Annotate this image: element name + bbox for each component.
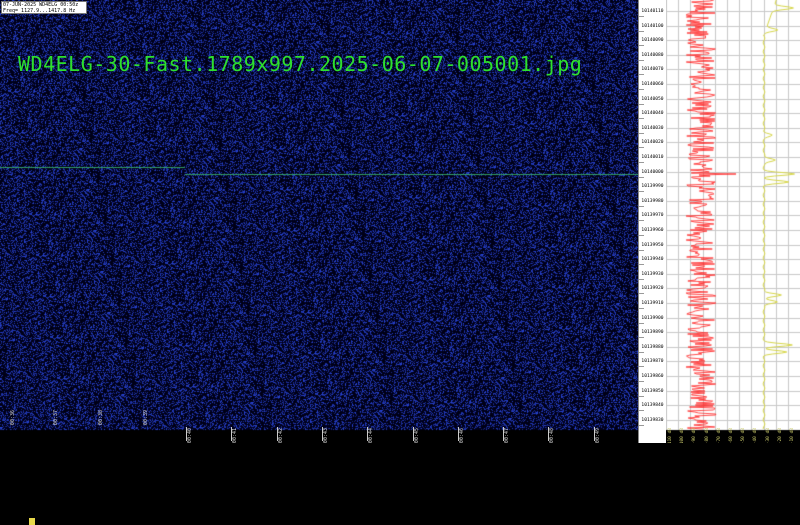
- time-tick: [412, 427, 414, 441]
- time-label: 00:39: [143, 410, 149, 426]
- freq-label: 10140060: [641, 82, 664, 87]
- freq-label: 10139960: [641, 228, 664, 233]
- freq-tick: [639, 293, 644, 295]
- freq-tick: [639, 45, 644, 47]
- freq-label: 10140090: [641, 38, 664, 44]
- frequency-scale: 10140110 10140100 10140090 10140080 10140070…: [638, 0, 666, 443]
- freq-label: 10139940: [641, 257, 664, 263]
- filename-bar: [0, 443, 800, 525]
- freq-tick: [639, 89, 644, 90]
- db-scale-label: -20 dB: [777, 428, 783, 445]
- time-label: 00:48: [549, 428, 556, 444]
- freq-tick: [639, 308, 644, 309]
- time-label: 00:37: [53, 410, 59, 426]
- header-info-box: 07-JUN-2025 WD4ELG 00:50z Freq= 1127.9..…: [1, 1, 87, 14]
- time-label: 00:42: [277, 428, 284, 444]
- time-label: 00:40: [187, 428, 193, 444]
- time-label: 00:49: [594, 428, 601, 444]
- freq-label: 10139900: [641, 315, 664, 321]
- time-label: 00:45: [413, 428, 420, 444]
- freq-label: 10140020: [641, 140, 664, 146]
- time-tick: [231, 427, 233, 441]
- time-tick: [321, 427, 323, 441]
- db-scale-label: -30 dB: [765, 428, 771, 445]
- freq-label: 10140040: [641, 111, 664, 117]
- freq-label: 10139870: [641, 359, 664, 365]
- time-tick: [186, 427, 187, 441]
- time-label: 00:47: [504, 428, 511, 444]
- time-label: 00:36: [10, 410, 16, 426]
- db-scale-label: -60 dB: [729, 428, 734, 445]
- time-label: 00:44: [368, 428, 375, 444]
- freq-tick: [639, 176, 644, 178]
- filename-text: WD4ELG-30-Fast.1789x997.2025-06-07-00500…: [18, 52, 583, 76]
- cursor-marker: [29, 518, 35, 525]
- freq-label: 10139920: [641, 286, 664, 292]
- freq-tick: [639, 395, 644, 397]
- freq-label: 10139950: [641, 242, 664, 248]
- db-scale-label: -10 dB: [790, 428, 795, 445]
- freq-tick: [639, 264, 644, 266]
- freq-label: 10140100: [641, 23, 664, 29]
- time-tick: [457, 427, 459, 441]
- header-freq-range: Freq= 1127.9...1417.8 Hz: [3, 8, 76, 14]
- freq-label: 10139980: [641, 198, 664, 204]
- db-scale-label: -90 dB: [692, 428, 698, 445]
- freq-label: 10139830: [641, 417, 664, 423]
- freq-label: 10139990: [641, 184, 664, 190]
- freq-tick: [639, 351, 644, 353]
- freq-label: 10139840: [641, 403, 664, 409]
- freq-label: 10140000: [641, 169, 664, 175]
- freq-tick: [639, 103, 644, 105]
- freq-tick: [639, 220, 644, 222]
- freq-label: 10140030: [641, 125, 664, 131]
- freq-label: 10140050: [641, 96, 664, 102]
- freq-tick: [639, 366, 644, 368]
- time-tick: [548, 427, 550, 441]
- freq-tick: [639, 249, 644, 251]
- freq-label: 10139970: [641, 213, 664, 219]
- freq-tick: [639, 74, 644, 76]
- freq-tick: [639, 16, 644, 17]
- freq-label: 10139860: [641, 374, 664, 379]
- time-label: 00:41: [232, 428, 239, 444]
- freq-tick: [639, 118, 644, 120]
- time-label: 00:38: [98, 410, 104, 426]
- db-scale-label: -40 dB: [753, 428, 759, 445]
- freq-tick: [639, 424, 644, 426]
- freq-tick: [639, 337, 644, 339]
- freq-label: 10139890: [641, 330, 664, 336]
- freq-tick: [639, 205, 644, 207]
- freq-tick: [639, 278, 644, 280]
- time-tick: [367, 427, 369, 441]
- time-label: 00:43: [322, 428, 329, 444]
- freq-tick: [639, 147, 644, 149]
- freq-tick: [639, 410, 644, 412]
- freq-tick: [639, 191, 644, 193]
- freq-tick: [639, 235, 644, 236]
- freq-label: 10140070: [641, 67, 664, 73]
- time-label: 00:46: [458, 428, 465, 444]
- freq-tick: [639, 59, 644, 61]
- spectrum-panel: [666, 0, 800, 443]
- freq-label: 10140010: [641, 155, 664, 160]
- freq-tick: [639, 381, 644, 382]
- time-tick: [503, 427, 505, 441]
- db-scale-label: -70 dB: [716, 428, 722, 445]
- freq-label: 10140110: [641, 9, 664, 14]
- db-scale-label: -50 dB: [741, 428, 747, 445]
- freq-tick: [639, 322, 644, 324]
- time-tick: [276, 427, 278, 441]
- freq-label: 10139850: [641, 388, 664, 394]
- freq-tick: [639, 162, 644, 163]
- freq-tick: [639, 30, 644, 32]
- freq-label: 10139880: [641, 344, 664, 350]
- time-tick: [593, 427, 595, 441]
- freq-label: 10139930: [641, 271, 664, 277]
- freq-label: 10139910: [641, 301, 664, 306]
- freq-label: 10140080: [641, 52, 664, 58]
- freq-tick: [639, 132, 644, 134]
- db-scale-label: -80 dB: [704, 428, 710, 445]
